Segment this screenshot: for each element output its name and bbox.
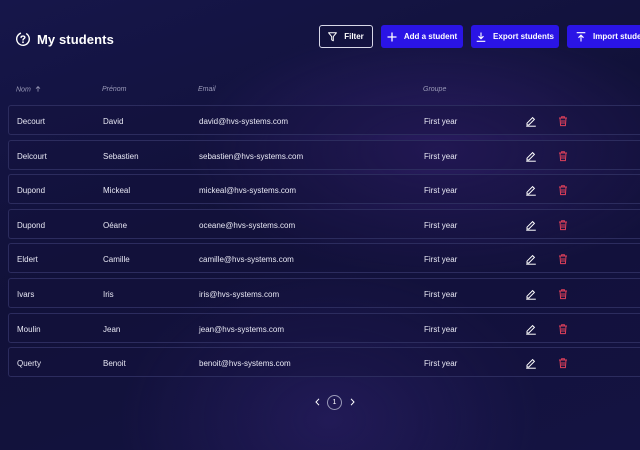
trash-icon[interactable] (557, 115, 569, 127)
table-row: Eldert Camille camille@hvs-systems.com Firs… (8, 243, 640, 274)
import-students-button[interactable]: Import students (567, 25, 640, 48)
cell-nom: Decourt (17, 117, 46, 126)
upload-icon (576, 31, 586, 41)
cell-email: benoit@hvs-systems.com (199, 359, 291, 369)
cell-email: jean@hvs-systems.com (199, 324, 285, 334)
cell-prenom: David (103, 117, 124, 126)
table-row: Ivars Iris iris@hvs-systems.com First year (8, 278, 640, 308)
cell-nom: Querty (17, 359, 42, 369)
previous-page-button[interactable] (313, 394, 321, 410)
filter-icon (328, 31, 338, 41)
page-header: My students Filter Add a student Export … (0, 0, 640, 80)
filter-label: Filter (344, 32, 364, 41)
edit-icon[interactable] (525, 288, 537, 300)
export-students-button[interactable]: Export students (471, 25, 559, 48)
edit-icon[interactable] (525, 323, 537, 335)
cell-nom: Eldert (17, 255, 38, 265)
cell-groupe: First year (424, 255, 458, 265)
edit-icon[interactable] (525, 115, 537, 127)
column-header-groupe: Groupe (423, 86, 447, 93)
table-row: Delcourt Sebastien sebastien@hvs-systems.c… (8, 139, 640, 170)
plus-icon (387, 32, 397, 41)
cell-email: camille@hvs-systems.com (199, 255, 294, 265)
cell-email: iris@hvs-systems.com (199, 290, 280, 299)
trash-icon[interactable] (557, 184, 569, 196)
trash-icon[interactable] (557, 219, 569, 231)
table-row: Querty Benoit benoit@hvs-systems.com First … (8, 347, 640, 378)
cell-prenom: Benoit (103, 359, 126, 369)
cell-nom: Ivars (17, 290, 35, 299)
cell-prenom: Jean (103, 324, 121, 334)
cell-nom: Moulin (17, 324, 41, 334)
cell-nom: Delcourt (17, 151, 47, 161)
cell-prenom: Camille (103, 255, 130, 265)
column-header-email: Email (198, 86, 216, 93)
cell-groupe: First year (424, 117, 458, 126)
cell-prenom: Iris (103, 290, 114, 299)
cell-groupe: First year (424, 186, 458, 196)
table-row: Moulin Jean jean@hvs-systems.com First year (8, 312, 640, 343)
cell-email: mickeal@hvs-systems.com (199, 186, 297, 196)
column-header-nom[interactable]: Nom (16, 86, 41, 94)
import-students-label: Import students (593, 32, 640, 41)
table-row: Dupond Oéane oceane@hvs-systems.com First y… (8, 208, 640, 239)
edit-icon[interactable] (525, 184, 537, 196)
table-row: Dupond Mickeal mickeal@hvs-systems.com Firs… (8, 174, 640, 205)
cell-prenom: Oéane (103, 220, 128, 230)
filter-button[interactable]: Filter (319, 25, 373, 48)
chevron-left-icon (314, 398, 319, 406)
cell-email: david@hvs-systems.com (199, 117, 289, 126)
help-circle-icon[interactable] (15, 31, 31, 47)
column-header-prenom: Prénom (102, 86, 127, 93)
cell-groupe: First year (424, 220, 458, 230)
cell-groupe: First year (424, 151, 458, 161)
arrow-up-icon (35, 86, 41, 92)
chevron-right-icon (350, 398, 355, 406)
cell-groupe: First year (424, 324, 458, 334)
table-row: Decourt David david@hvs-systems.com First y… (8, 105, 640, 135)
cell-prenom: Sebastien (103, 151, 139, 161)
cell-nom: Dupond (17, 186, 46, 196)
cell-email: oceane@hvs-systems.com (199, 220, 296, 230)
edit-icon[interactable] (525, 219, 537, 231)
edit-icon[interactable] (525, 357, 537, 369)
page-title-group: My students (15, 31, 114, 47)
cell-groupe: First year (424, 359, 458, 369)
add-student-button[interactable]: Add a student (381, 25, 463, 48)
export-students-label: Export students (493, 32, 554, 41)
trash-icon[interactable] (557, 288, 569, 300)
cell-email: sebastien@hvs-systems.com (199, 151, 304, 161)
download-icon (476, 32, 486, 42)
cell-groupe: First year (424, 290, 458, 299)
edit-icon[interactable] (525, 150, 537, 162)
trash-icon[interactable] (557, 253, 569, 265)
next-page-button[interactable] (348, 394, 356, 410)
pagination: 1 (313, 394, 356, 410)
edit-icon[interactable] (525, 253, 537, 266)
cell-nom: Dupond (17, 220, 46, 230)
cell-prenom: Mickeal (103, 186, 131, 196)
page-number-button[interactable]: 1 (327, 394, 342, 410)
trash-icon[interactable] (557, 150, 569, 162)
trash-icon[interactable] (557, 323, 569, 335)
add-student-label: Add a student (403, 32, 458, 41)
column-label-nom: Nom (16, 86, 31, 94)
page-title: My students (37, 31, 114, 47)
trash-icon[interactable] (557, 357, 569, 369)
